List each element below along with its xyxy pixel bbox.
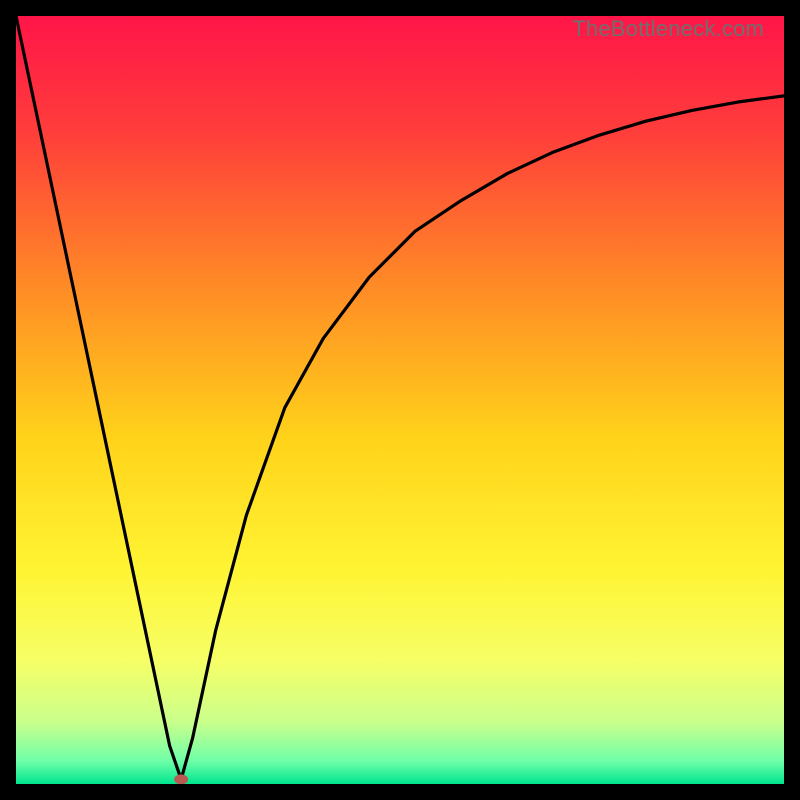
bottleneck-chart xyxy=(16,16,784,784)
marker-dot xyxy=(174,774,188,784)
watermark-text: TheBottleneck.com xyxy=(572,16,764,42)
gradient-background xyxy=(16,16,784,784)
chart-frame: TheBottleneck.com xyxy=(16,16,784,784)
